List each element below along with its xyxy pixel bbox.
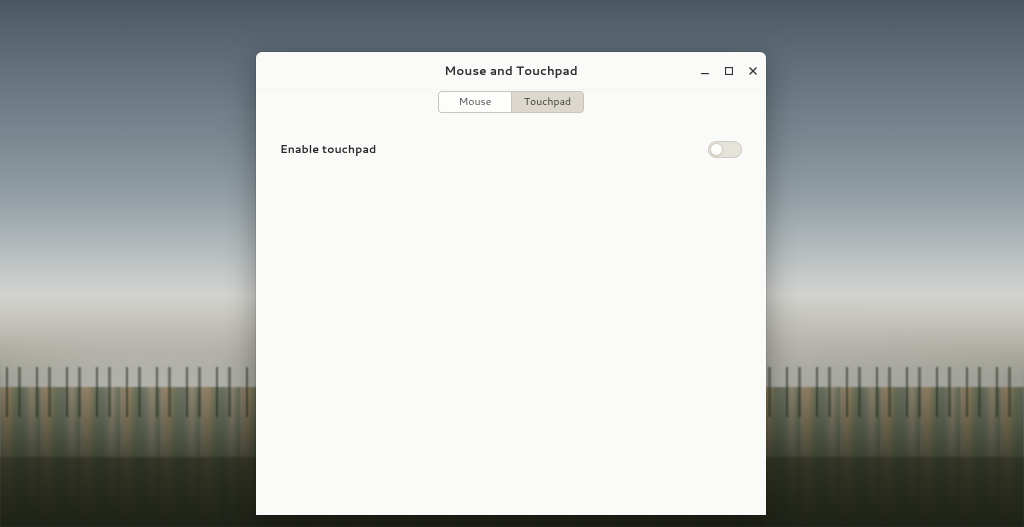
window-title: Mouse and Touchpad bbox=[444, 62, 577, 79]
enable-touchpad-row: Enable touchpad bbox=[280, 137, 742, 161]
desktop-wallpaper: Mouse and Touchpad Mouse Touchpad bbox=[0, 0, 1024, 527]
tab-switcher: Mouse Touchpad bbox=[438, 91, 584, 113]
tab-label: Mouse bbox=[459, 95, 492, 109]
minimize-icon[interactable] bbox=[698, 64, 712, 78]
toggle-knob bbox=[710, 143, 723, 156]
enable-touchpad-label: Enable touchpad bbox=[280, 141, 376, 157]
titlebar[interactable]: Mouse and Touchpad bbox=[256, 52, 766, 90]
settings-content: Enable touchpad bbox=[256, 119, 766, 515]
maximize-icon[interactable] bbox=[722, 64, 736, 78]
window-controls bbox=[698, 52, 760, 89]
enable-touchpad-toggle[interactable] bbox=[708, 141, 742, 158]
close-icon[interactable] bbox=[746, 64, 760, 78]
tab-label: Touchpad bbox=[524, 95, 571, 109]
settings-window: Mouse and Touchpad Mouse Touchpad bbox=[256, 52, 766, 515]
tab-touchpad[interactable]: Touchpad bbox=[511, 92, 583, 112]
tab-mouse[interactable]: Mouse bbox=[439, 92, 511, 112]
tab-bar: Mouse Touchpad bbox=[256, 90, 766, 119]
